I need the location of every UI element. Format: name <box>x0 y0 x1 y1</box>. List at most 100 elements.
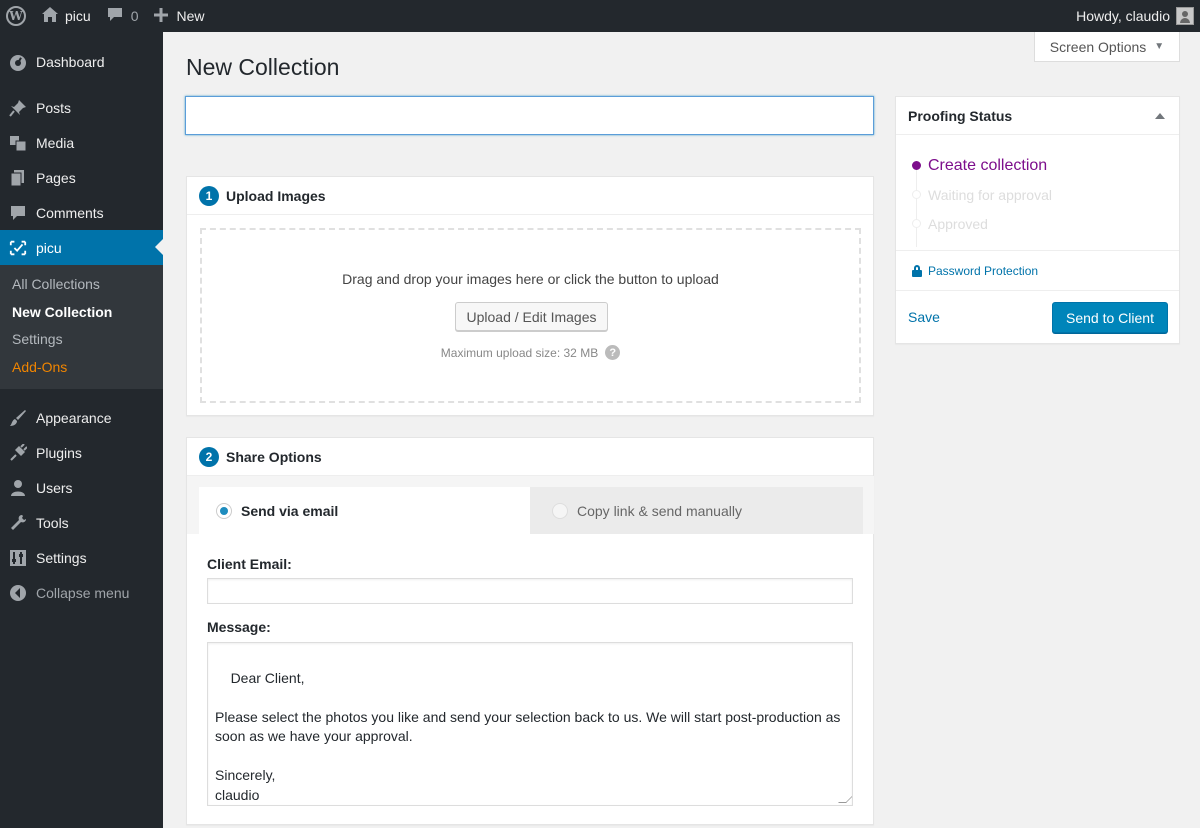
wp-logo-button[interactable]: W <box>0 0 34 32</box>
upload-edit-images-button[interactable]: Upload / Edit Images <box>455 302 608 331</box>
collapse-toggle-icon[interactable] <box>1155 113 1165 119</box>
password-protection-label: Password Protection <box>928 263 1039 278</box>
submenu-add-ons[interactable]: Add-Ons <box>0 354 163 382</box>
help-icon[interactable]: ? <box>605 345 621 360</box>
site-name-link[interactable]: picu <box>34 0 99 32</box>
menu-item-plugins[interactable]: Plugins <box>0 435 163 470</box>
upload-dropzone[interactable]: Drag and drop your images here or click … <box>200 228 861 403</box>
radio-copy-link[interactable] <box>552 502 568 519</box>
status-item-waiting: Waiting for approval <box>912 180 1052 209</box>
save-link[interactable]: Save <box>908 309 940 325</box>
client-email-label: Client Email: <box>207 556 292 572</box>
max-upload-size: Maximum upload size: 32 MB ? <box>202 345 859 360</box>
collapse-menu-button[interactable]: Collapse menu <box>0 575 163 610</box>
submenu-all-collections[interactable]: All Collections <box>0 271 163 299</box>
step-number-badge: 1 <box>199 185 219 206</box>
media-icon <box>9 134 27 152</box>
plus-icon <box>154 7 169 25</box>
menu-label: Settings <box>36 549 87 566</box>
tab-send-via-email-label: Send via email <box>241 502 339 519</box>
menu-item-comments[interactable]: Comments <box>0 195 163 230</box>
home-icon <box>42 7 58 25</box>
menu-label: picu <box>36 239 62 256</box>
status-dot-icon <box>912 190 921 199</box>
collapse-arrow-icon <box>9 584 27 602</box>
menu-label: Comments <box>36 204 104 221</box>
pushpin-icon <box>9 99 27 117</box>
submenu-new-collection[interactable]: New Collection <box>0 299 163 327</box>
menu-item-pages[interactable]: Pages <box>0 160 163 195</box>
dashboard-icon <box>9 53 27 71</box>
menu-item-settings[interactable]: Settings <box>0 540 163 575</box>
message-textarea[interactable]: Dear Client, Please select the photos yo… <box>207 642 853 806</box>
site-name-label: picu <box>65 8 91 24</box>
admin-bar: W picu 0 New Howdy, claudio <box>0 0 1200 32</box>
resize-handle-icon[interactable] <box>838 795 852 803</box>
dropzone-instructions: Drag and drop your images here or click … <box>342 271 719 287</box>
menu-label: Plugins <box>36 444 82 461</box>
new-content-link[interactable]: New <box>146 0 212 32</box>
menu-label: Users <box>36 479 73 496</box>
tab-send-via-email[interactable]: Send via email <box>199 487 530 534</box>
comment-bubble-icon <box>107 7 123 25</box>
status-dot-icon <box>912 219 921 228</box>
proofing-status-box: Proofing Status Create collection Waitin… <box>895 96 1180 344</box>
collapse-label: Collapse menu <box>36 584 130 601</box>
settings-icon <box>9 549 27 567</box>
menu-item-tools[interactable]: Tools <box>0 505 163 540</box>
proofing-status-heading: Proofing Status <box>908 107 1013 124</box>
greeting-label: Howdy, claudio <box>1076 8 1170 24</box>
menu-item-users[interactable]: Users <box>0 470 163 505</box>
share-options-heading: Share Options <box>226 448 322 465</box>
wrench-icon <box>9 514 27 532</box>
send-to-client-button[interactable]: Send to Client <box>1052 302 1168 333</box>
tab-copy-link-label: Copy link & send manually <box>577 502 742 519</box>
share-options-header: 2 Share Options <box>187 438 873 476</box>
comments-link[interactable]: 0 <box>99 0 147 32</box>
collection-title-input[interactable] <box>185 96 874 135</box>
menu-label: Appearance <box>36 409 112 426</box>
message-text: Dear Client, Please select the photos yo… <box>215 669 841 803</box>
screen-options-button[interactable]: Screen Options ▼ <box>1034 32 1180 62</box>
message-label: Message: <box>207 619 271 635</box>
proofing-status-header[interactable]: Proofing Status <box>896 97 1179 135</box>
status-item-approved: Approved <box>912 209 1052 238</box>
menu-label: Tools <box>36 514 69 531</box>
status-label: Create collection <box>928 156 1048 174</box>
share-method-tabs: Send via email Copy link & send manually <box>187 476 874 534</box>
lock-icon <box>912 264 922 277</box>
screen-options-label: Screen Options <box>1049 38 1147 55</box>
menu-item-dashboard[interactable]: Dashboard <box>0 44 163 79</box>
status-item-create: Create collection <box>912 151 1052 180</box>
picu-icon <box>9 239 27 257</box>
status-dot-icon <box>912 161 921 170</box>
menu-item-media[interactable]: Media <box>0 125 163 160</box>
comment-icon <box>9 204 27 222</box>
radio-send-email[interactable] <box>216 502 232 519</box>
wordpress-icon: W <box>6 6 26 26</box>
status-label: Approved <box>928 215 988 232</box>
client-email-input[interactable] <box>207 578 853 604</box>
user-icon <box>9 479 27 497</box>
menu-item-picu[interactable]: picu <box>0 230 163 265</box>
upload-images-header: 1 Upload Images <box>187 177 873 215</box>
page-title: New Collection <box>186 54 340 80</box>
my-account-link[interactable]: Howdy, claudio <box>1076 0 1194 32</box>
new-label: New <box>176 8 205 24</box>
upload-images-heading: Upload Images <box>226 187 326 204</box>
avatar <box>1176 7 1194 25</box>
upload-images-box: 1 Upload Images Drag and drop your image… <box>186 176 874 416</box>
plugin-icon <box>9 443 27 462</box>
menu-label: Media <box>36 134 75 151</box>
menu-item-posts[interactable]: Posts <box>0 90 163 125</box>
menu-label: Dashboard <box>36 53 105 70</box>
caret-down-icon: ▼ <box>1154 41 1165 52</box>
tab-copy-link[interactable]: Copy link & send manually <box>530 487 863 534</box>
menu-item-appearance[interactable]: Appearance <box>0 400 163 435</box>
submenu-settings[interactable]: Settings <box>0 326 163 354</box>
status-list: Create collection Waiting for approval A… <box>912 151 1052 238</box>
password-protection-link[interactable]: Password Protection <box>896 250 1179 291</box>
pages-icon <box>9 169 27 187</box>
comments-count: 0 <box>130 8 139 24</box>
picu-submenu: All Collections New Collection Settings … <box>0 265 163 389</box>
